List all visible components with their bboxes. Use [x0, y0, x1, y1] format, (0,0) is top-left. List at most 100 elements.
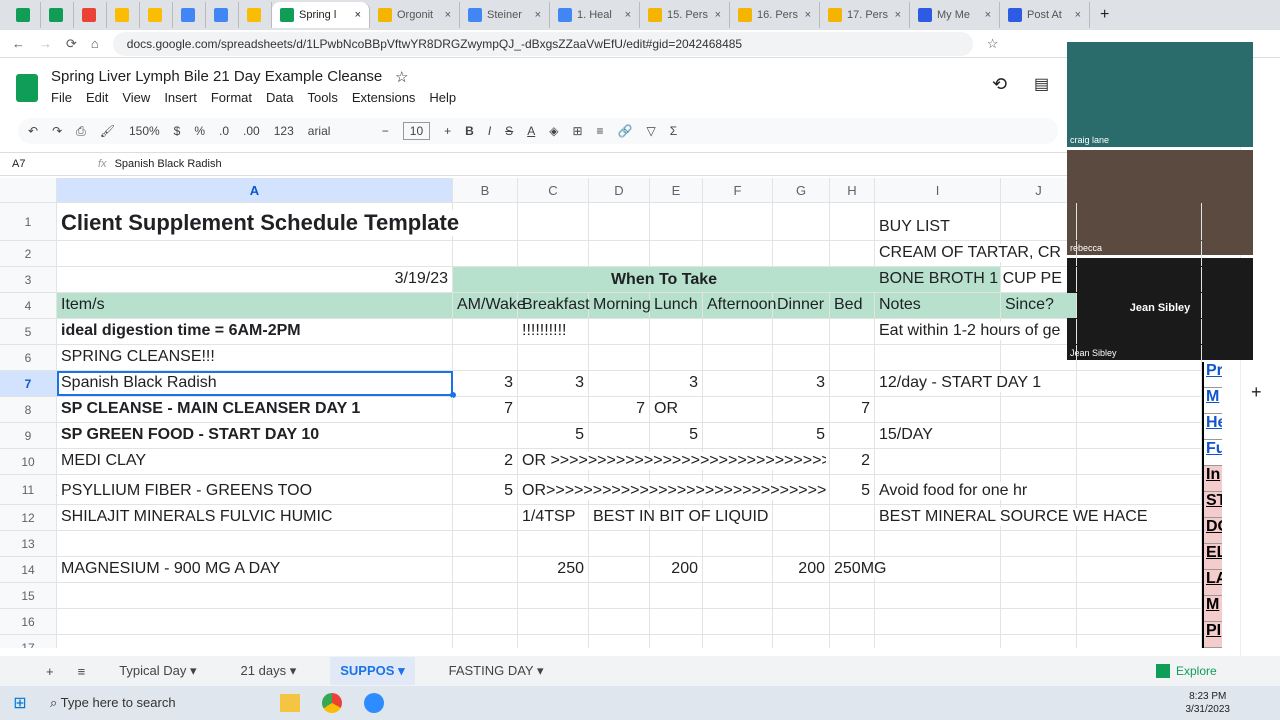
- cell-e14[interactable]: 200: [650, 557, 703, 582]
- cell-a3[interactable]: 3/19/23: [57, 267, 453, 292]
- cell-h11[interactable]: 5: [830, 475, 875, 504]
- cell-f16[interactable]: [703, 609, 773, 634]
- close-tab-icon[interactable]: ×: [445, 9, 451, 21]
- cell-k9[interactable]: [1077, 423, 1202, 448]
- close-tab-icon[interactable]: ×: [535, 9, 541, 21]
- column-header-b[interactable]: B: [453, 178, 518, 202]
- row-header[interactable]: 12: [0, 505, 57, 530]
- add-sheet-icon[interactable]: +: [46, 664, 54, 679]
- menu-extensions[interactable]: Extensions: [352, 90, 416, 105]
- cell-g14[interactable]: 200: [773, 557, 830, 582]
- browser-tab[interactable]: 15. Pers ×: [640, 2, 730, 28]
- bold-icon[interactable]: B: [465, 124, 474, 138]
- cell-e16[interactable]: [650, 609, 703, 634]
- sheet-tab[interactable]: FASTING DAY ▾: [439, 657, 554, 685]
- cell-b3[interactable]: When To Take: [453, 267, 875, 292]
- cell-h15[interactable]: [830, 583, 875, 608]
- cell-k17[interactable]: [1077, 635, 1202, 648]
- column-header-e[interactable]: E: [650, 178, 703, 202]
- zoom-icon[interactable]: [364, 693, 384, 713]
- column-header-f[interactable]: F: [703, 178, 773, 202]
- menu-file[interactable]: File: [51, 90, 72, 105]
- cell-d2[interactable]: [589, 241, 650, 266]
- select-all-corner[interactable]: [0, 178, 57, 202]
- link-icon[interactable]: 🔗: [618, 124, 633, 138]
- cell-b6[interactable]: [453, 345, 518, 370]
- row-header[interactable]: 9: [0, 423, 57, 448]
- cell-e2[interactable]: [650, 241, 703, 266]
- cell-e17[interactable]: [650, 635, 703, 648]
- align-icon[interactable]: ≡: [597, 124, 604, 138]
- cell-i8[interactable]: [875, 397, 1001, 422]
- cell-b11[interactable]: 5: [453, 475, 518, 504]
- increase-decimal-button[interactable]: .00: [243, 124, 260, 138]
- cell-c9[interactable]: 5: [518, 423, 589, 448]
- cell-d4[interactable]: Morning: [589, 293, 651, 318]
- cell-g1[interactable]: [773, 203, 830, 240]
- browser-tab[interactable]: [140, 2, 173, 28]
- functions-icon[interactable]: Σ: [670, 124, 677, 138]
- cell-i3[interactable]: BONE BROTH 1 CUP PE: [875, 267, 1062, 292]
- chevron-down-icon[interactable]: ▾: [537, 663, 544, 678]
- cell-g17[interactable]: [773, 635, 830, 648]
- back-icon[interactable]: ←: [12, 36, 25, 51]
- browser-tab[interactable]: [8, 2, 41, 28]
- cell-f14[interactable]: [703, 557, 773, 582]
- menu-edit[interactable]: Edit: [86, 90, 108, 105]
- cell-f7[interactable]: [703, 371, 773, 396]
- row-header[interactable]: 1: [0, 203, 57, 240]
- cell-a2[interactable]: [57, 241, 453, 266]
- browser-tab[interactable]: [74, 2, 107, 28]
- link-cell[interactable]: LA: [1204, 570, 1222, 596]
- link-cell[interactable]: PI: [1204, 622, 1222, 648]
- fill-color-icon[interactable]: ◈: [549, 124, 558, 138]
- browser-tab[interactable]: Steiner ×: [460, 2, 550, 28]
- cell-i14[interactable]: [875, 557, 1001, 582]
- cell-a17[interactable]: [57, 635, 453, 648]
- column-header-g[interactable]: G: [773, 178, 830, 202]
- participant-video[interactable]: craig lane: [1067, 42, 1253, 147]
- link-cell[interactable]: EL: [1204, 544, 1222, 570]
- cell-e6[interactable]: [650, 345, 703, 370]
- cell-a11[interactable]: PSYLLIUM FIBER - GREENS TOO: [57, 475, 453, 504]
- cell-j8[interactable]: [1001, 397, 1077, 422]
- cell-a7[interactable]: Spanish Black Radish: [57, 371, 453, 396]
- decrease-decimal-button[interactable]: .0: [219, 124, 229, 138]
- menu-data[interactable]: Data: [266, 90, 293, 105]
- cell-d17[interactable]: [589, 635, 650, 648]
- cell-h6[interactable]: [830, 345, 875, 370]
- cell-a14[interactable]: MAGNESIUM - 900 MG A DAY: [57, 557, 453, 582]
- undo-icon[interactable]: ↶: [28, 124, 38, 138]
- cell-b12[interactable]: [453, 505, 518, 530]
- browser-tab[interactable]: Orgonit ×: [370, 2, 460, 28]
- cell-j1[interactable]: [1001, 203, 1077, 240]
- cell-e4[interactable]: Lunch: [650, 293, 703, 318]
- zoom-select[interactable]: 150%: [129, 124, 160, 138]
- cell-b13[interactable]: [453, 531, 518, 556]
- link-cell[interactable]: Fu: [1204, 440, 1222, 466]
- cell-g7[interactable]: 3: [773, 371, 830, 396]
- paint-format-icon[interactable]: 🖌: [100, 124, 115, 138]
- cell-e1[interactable]: [650, 203, 703, 240]
- doc-title[interactable]: Spring Liver Lymph Bile 21 Day Example C…: [51, 68, 382, 85]
- column-header-c[interactable]: C: [518, 178, 589, 202]
- strikethrough-icon[interactable]: S: [505, 124, 513, 138]
- cell-i5[interactable]: Eat within 1-2 hours of ge: [875, 319, 1061, 344]
- row-header[interactable]: 17: [0, 635, 57, 648]
- cell-d15[interactable]: [589, 583, 650, 608]
- close-tab-icon[interactable]: ×: [355, 9, 361, 21]
- cell-f8[interactable]: [703, 397, 773, 422]
- cell-b5[interactable]: [453, 319, 518, 344]
- cell-a9[interactable]: SP GREEN FOOD - START DAY 10: [57, 423, 453, 448]
- history-icon[interactable]: ⟲: [992, 74, 1007, 95]
- cell-k3[interactable]: [1077, 267, 1202, 292]
- sheet-tab[interactable]: SUPPOS ▾: [330, 657, 415, 685]
- cell-f4[interactable]: Afternoon: [703, 293, 776, 318]
- browser-tab[interactable]: 1. Heal ×: [550, 2, 640, 28]
- cell-j9[interactable]: [1001, 423, 1077, 448]
- row-header[interactable]: 6: [0, 345, 57, 370]
- file-explorer-icon[interactable]: [280, 694, 300, 712]
- cell-h2[interactable]: [830, 241, 875, 266]
- cell-f15[interactable]: [703, 583, 773, 608]
- all-sheets-icon[interactable]: ≡: [78, 664, 86, 679]
